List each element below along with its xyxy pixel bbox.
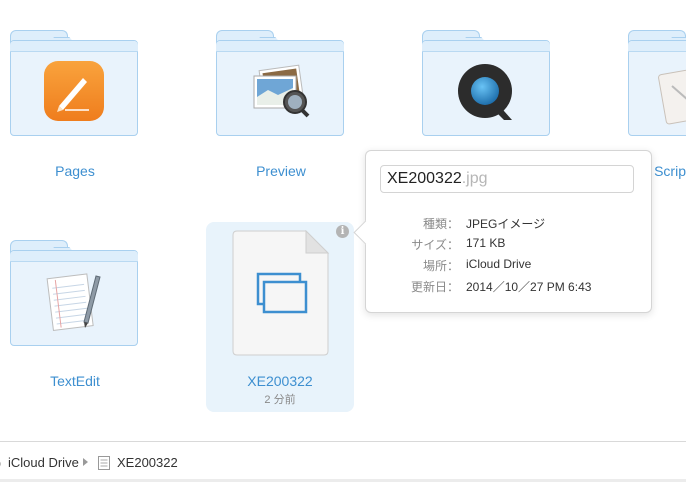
folder-item-preview[interactable]: Preview [206,22,356,212]
info-value: JPEGイメージ [466,217,546,231]
file-info-popover: XE200322.jpg 種類： JPEGイメージ サイズ： 171 KB 場所… [353,150,652,313]
info-value: 171 KB [466,236,506,250]
item-label: XE200322 [247,373,313,389]
info-icon[interactable]: i [336,225,349,238]
item-label: TextEdit [50,373,100,389]
info-row-size: サイズ： 171 KB [366,236,651,256]
folder-item-textedit[interactable]: TextEdit [0,232,150,422]
item-label: Pages [55,163,95,179]
path-bar: iCloud Drive XE200322 [0,441,686,482]
preview-app-icon [253,64,310,118]
info-value: 2014／10／27 PM 6:43 [466,280,592,294]
info-key: 場所： [422,259,459,273]
image-document-icon [232,230,330,356]
info-key: サイズ： [411,238,459,252]
file-item-xe200322[interactable]: i XE200322 2 分前 [206,222,354,412]
document-icon [98,456,110,470]
info-value: iCloud Drive [466,257,532,271]
info-key: 種類： [422,217,459,231]
folder-item-pages[interactable]: Pages [0,22,150,212]
item-modified-time: 2 分前 [264,394,296,406]
item-label: Preview [256,163,306,179]
chevron-right-icon [83,458,88,466]
info-row-modified: 更新日： 2014／10／27 PM 6:43 [366,278,651,298]
textedit-app-icon [46,273,101,332]
script-editor-app-icon [658,68,686,125]
cloud-icon [0,461,1,467]
breadcrumb-icloud-drive[interactable]: iCloud Drive [8,455,79,470]
info-row-location: 場所： iCloud Drive [366,257,651,277]
info-row-kind: 種類： JPEGイメージ [366,215,651,235]
filename-field[interactable]: XE200322.jpg [380,165,634,193]
quicktime-app-icon [458,64,512,120]
info-key: 更新日： [410,280,459,294]
filename-base: XE200322 [387,170,462,187]
filename-extension: .jpg [461,170,488,187]
pages-app-icon [44,61,104,121]
breadcrumb-file[interactable]: XE200322 [117,455,178,470]
